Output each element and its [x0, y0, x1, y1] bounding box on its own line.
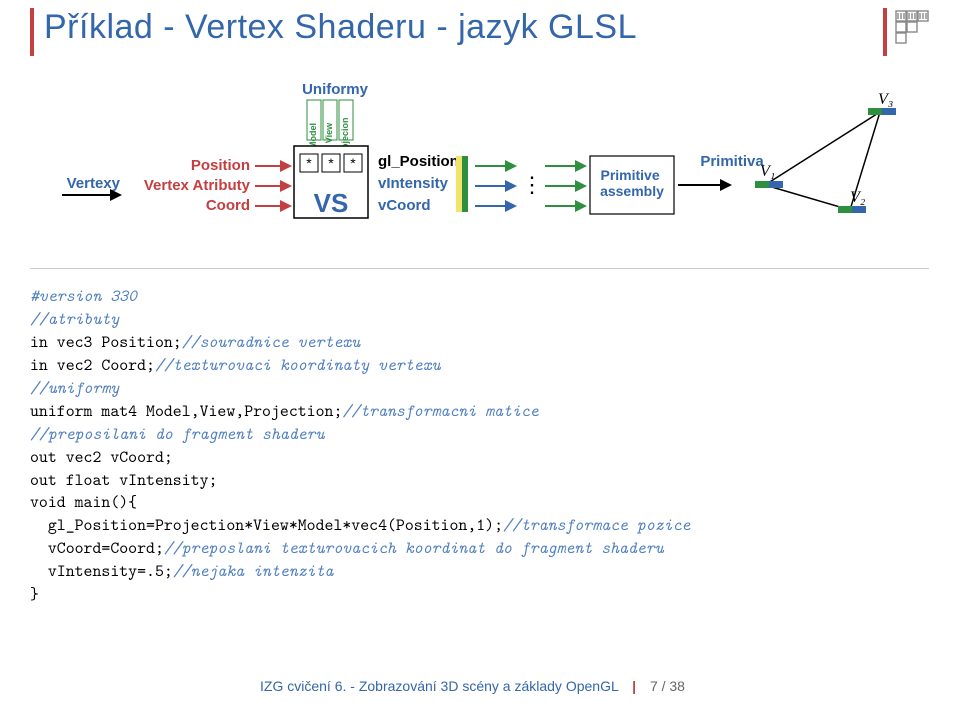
- out-gl-position: gl_Position: [378, 153, 459, 170]
- svg-text:*: *: [306, 155, 312, 171]
- code-comment: //uniformy: [30, 377, 119, 399]
- primitive-assembly: Primitive assembly: [600, 167, 664, 199]
- code-line: void main(){: [30, 491, 137, 513]
- code-line: vIntensity=.5;: [30, 560, 173, 582]
- vs-label: VS: [314, 188, 349, 218]
- code-comment: //transformacni matice: [342, 400, 538, 422]
- code-comment: //atributy: [30, 308, 119, 330]
- code-comment: //preposlani texturovacich koordinat do …: [164, 537, 664, 559]
- code-line: in vec3 Position;: [30, 331, 182, 353]
- v1-label: V₁: [760, 163, 775, 180]
- title-rule-left: [30, 8, 34, 56]
- attr-vertex-atributy: Vertex Atributy: [144, 177, 251, 194]
- code-line: out vec2 vCoord;: [30, 446, 173, 468]
- code-comment: //texturovaci koordinaty vertexu: [155, 354, 441, 376]
- attr-coord: Coord: [206, 197, 250, 214]
- footer-separator: |: [622, 678, 646, 694]
- uniform-model: Model: [308, 123, 318, 149]
- attr-position: Position: [191, 157, 250, 174]
- svg-text:*: *: [350, 155, 356, 171]
- page-title: Příklad - Vertex Shaderu - jazyk GLSL: [44, 8, 873, 47]
- code-line: #version 330: [30, 285, 137, 307]
- code-line: }: [30, 583, 39, 605]
- out-vcoord: vCoord: [378, 197, 431, 214]
- code-line: vCoord=Coord;: [30, 537, 164, 559]
- code-line: uniform mat4 Model,View,Projection;: [30, 400, 342, 422]
- footer: IZG cvičení 6. - Zobrazování 3D scény a …: [0, 674, 959, 698]
- uniform-view: View: [324, 122, 334, 143]
- code-comment: //transformace pozice: [503, 514, 690, 536]
- code-comment: //preposilani do fragment shaderu: [30, 423, 325, 445]
- code-comment: //nejaka intenzita: [173, 560, 334, 582]
- svg-text:*: *: [328, 155, 334, 171]
- vertexy-label: Vertexy: [67, 175, 121, 192]
- v2-label: V₂: [850, 189, 866, 206]
- page-number: 7 / 38: [650, 678, 685, 694]
- v3-label: V₃: [878, 91, 893, 108]
- code-line: in vec2 Coord;: [30, 354, 155, 376]
- dots-icon: ⋮: [521, 172, 543, 197]
- code-line: gl_Position=Projection*View*Model*vec4(P…: [30, 514, 503, 536]
- uniformy-label: Uniformy: [302, 81, 368, 98]
- footer-title: IZG cvičení 6. - Zobrazování 3D scény a …: [260, 678, 618, 694]
- university-logo: [895, 10, 929, 54]
- title-bar: Příklad - Vertex Shaderu - jazyk GLSL: [30, 8, 929, 56]
- code-line: out float vIntensity;: [30, 469, 217, 491]
- code-comment: //souradnice vertexu: [182, 331, 361, 353]
- pipeline-diagram: Uniformy Model View Projecion Vertexy Po…: [60, 80, 900, 230]
- title-rule-right: [883, 8, 887, 56]
- code-listing: #version 330 //atributy in vec3 Position…: [30, 285, 929, 606]
- divider: [30, 268, 929, 269]
- out-vintensity: vIntensity: [378, 175, 449, 192]
- primitiva-label: Primitiva: [700, 153, 764, 170]
